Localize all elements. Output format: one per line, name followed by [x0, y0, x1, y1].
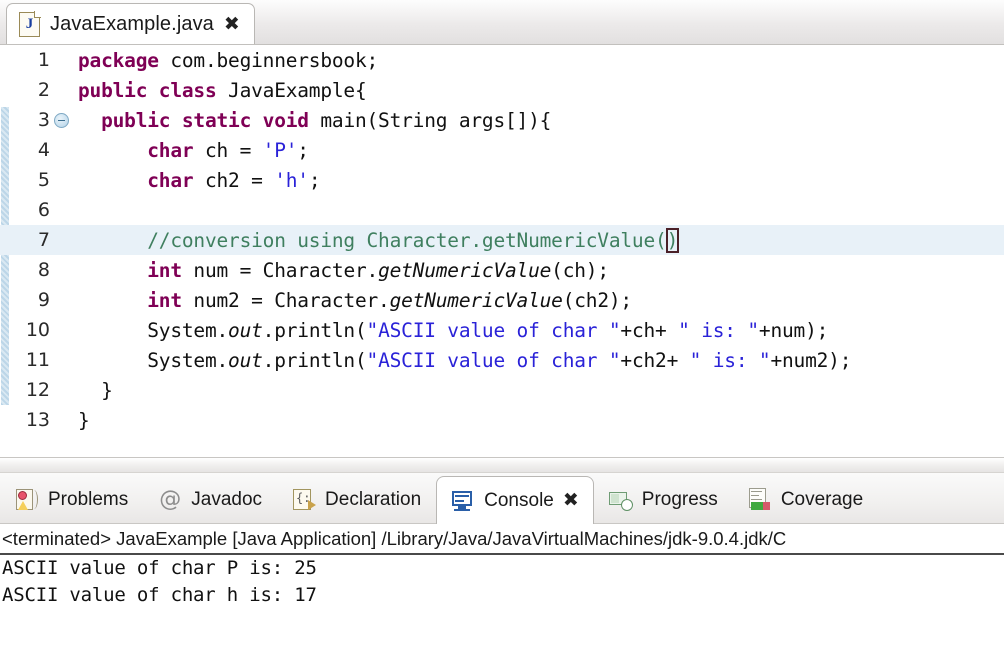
console-output: ASCII value of char P is: 25 ASCII value … [0, 555, 1004, 609]
view-tab-label: Declaration [325, 489, 422, 510]
code-text: package com.beginnersbook; [78, 48, 379, 72]
line-number: 8 [37, 259, 50, 281]
view-tab-problems[interactable]: Problems [0, 476, 143, 523]
code-lines: 1 package com.beginnersbook; 2 public class… [0, 45, 1004, 435]
code-line[interactable]: 3 public static void main(String args[])… [0, 105, 1004, 135]
problems-icon [15, 488, 39, 512]
view-tab-coverage[interactable]: Coverage [733, 476, 878, 523]
declaration-icon: {: [292, 488, 317, 512]
line-number: 1 [37, 49, 50, 71]
code-line[interactable]: 10 System.out.println("ASCII value of ch… [0, 315, 1004, 345]
line-number: 6 [37, 199, 50, 221]
code-line[interactable]: 6 [0, 195, 1004, 225]
code-editor[interactable]: 1 package com.beginnersbook; 2 public class… [0, 45, 1004, 457]
code-line[interactable]: 4 char ch = 'P'; [0, 135, 1004, 165]
code-line[interactable]: 5 char ch2 = 'h'; [0, 165, 1004, 195]
code-line[interactable]: 7 //conversion using Character.getNumeri… [0, 225, 1004, 255]
line-number: 5 [37, 169, 50, 191]
code-text: } [78, 408, 90, 432]
code-line[interactable]: 1 package com.beginnersbook; [0, 45, 1004, 75]
close-icon[interactable]: ✖ [563, 491, 579, 510]
console-output-line: ASCII value of char h is: 17 [2, 584, 317, 606]
editor-tab-title: JavaExample.java [50, 12, 214, 35]
console-terminated-header: <terminated> JavaExample [Java Applicati… [0, 524, 1004, 555]
bottom-view-tab-bar: Problems @ Javadoc {: Declaration Console ✖ Pro… [0, 473, 1004, 524]
close-icon[interactable]: ✖ [224, 14, 240, 34]
line-number: 3 [37, 109, 50, 131]
java-file-icon: J [19, 10, 41, 37]
editor-tab-bar: J JavaExample.java ✖ [0, 0, 1004, 45]
javadoc-at-icon: @ [159, 487, 182, 512]
code-text: public class JavaExample{ [78, 78, 367, 102]
panel-sash-divider[interactable] [0, 457, 1004, 473]
view-tab-label: Problems [48, 489, 129, 510]
line-number: 13 [25, 409, 50, 431]
code-text: int num = Character.getNumericValue(ch); [147, 258, 609, 282]
code-text: char ch = 'P'; [147, 138, 309, 162]
code-line[interactable]: 12 } [0, 375, 1004, 405]
code-line[interactable]: 9 int num2 = Character.getNumericValue(c… [0, 285, 1004, 315]
code-text: //conversion using Character.getNumericV… [147, 227, 680, 253]
eclipse-ide-window: J JavaExample.java ✖ 1 package com.beginn… [0, 0, 1004, 668]
view-tab-progress[interactable]: Progress [594, 476, 733, 523]
code-line[interactable]: 8 int num = Character.getNumericValue(ch… [0, 255, 1004, 285]
editor-tab-javaexample[interactable]: J JavaExample.java ✖ [6, 3, 255, 44]
line-number: 12 [25, 379, 50, 401]
fold-collapse-icon[interactable] [53, 112, 69, 128]
code-line[interactable]: 2 public class JavaExample{ [0, 75, 1004, 105]
code-text: System.out.println("ASCII value of char … [147, 318, 829, 342]
code-text: public static void main(String args[]){ [101, 108, 552, 132]
fold-column [52, 112, 70, 128]
console-view[interactable]: <terminated> JavaExample [Java Applicati… [0, 524, 1004, 668]
code-text: System.out.println("ASCII value of char … [147, 348, 852, 372]
code-line[interactable]: 11 System.out.println("ASCII value of ch… [0, 345, 1004, 375]
console-output-line: ASCII value of char P is: 25 [2, 557, 317, 579]
code-text: int num2 = Character.getNumericValue(ch2… [147, 288, 632, 312]
line-number: 4 [37, 139, 50, 161]
line-number: 2 [37, 79, 50, 101]
view-tab-label: Coverage [780, 489, 864, 510]
progress-icon [608, 488, 633, 512]
code-line[interactable]: 13} [0, 405, 1004, 435]
view-tab-javadoc[interactable]: @ Javadoc [143, 476, 277, 523]
line-number: 11 [25, 349, 50, 371]
java-file-icon-letter: J [25, 15, 34, 32]
view-tab-label: Progress [641, 489, 718, 510]
line-number: 10 [25, 319, 50, 341]
view-tab-label: Console [484, 490, 554, 511]
view-tab-console[interactable]: Console ✖ [436, 476, 594, 524]
line-number: 7 [37, 229, 50, 251]
coverage-icon [748, 487, 772, 512]
code-text: } [78, 378, 113, 402]
bracket-match-highlight: ) [665, 227, 680, 253]
console-monitor-icon [451, 489, 475, 513]
line-number: 9 [37, 289, 50, 311]
view-tab-declaration[interactable]: {: Declaration [277, 476, 436, 523]
code-text: char ch2 = 'h'; [147, 168, 321, 192]
view-tab-label: Javadoc [191, 489, 263, 510]
